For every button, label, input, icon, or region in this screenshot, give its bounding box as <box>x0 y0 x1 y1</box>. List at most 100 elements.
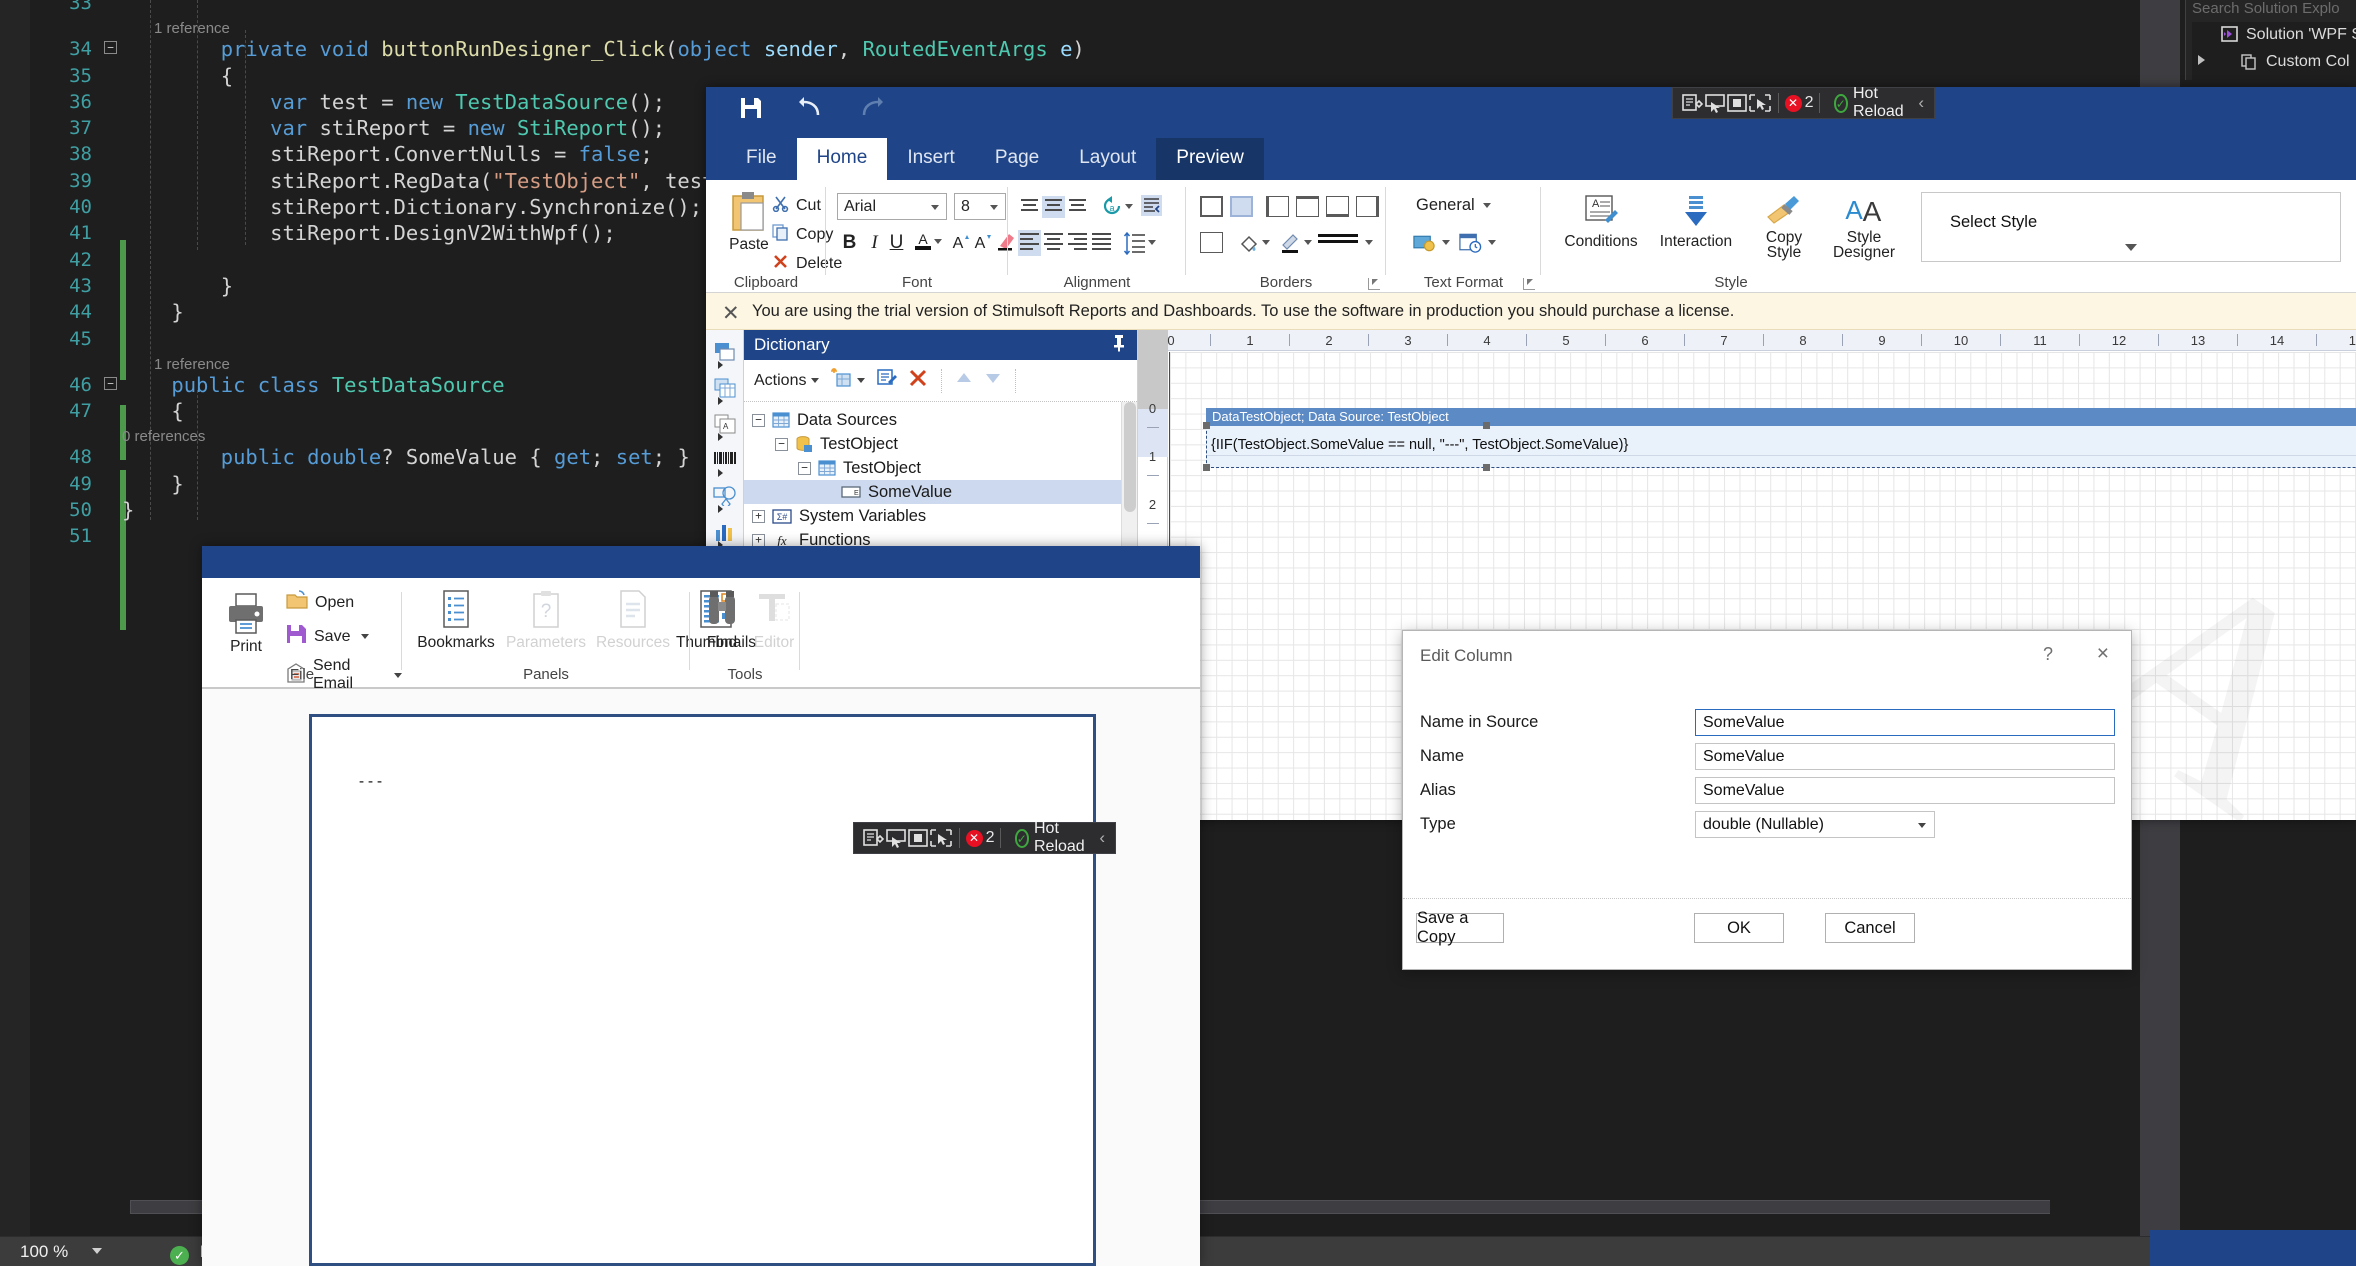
solution-explorer-search-input[interactable]: Search Solution Explo <box>2186 0 2356 22</box>
font-color-button[interactable]: A <box>910 228 935 253</box>
line-spacing-chevron-icon[interactable] <box>1148 240 1156 245</box>
chevron-down-icon[interactable] <box>361 634 370 639</box>
style-designer-button[interactable]: A A Style Designer <box>1823 193 1905 261</box>
paste-button[interactable]: Paste <box>720 190 778 253</box>
drag-handle[interactable] <box>1677 92 1679 114</box>
select-element-icon[interactable] <box>885 825 907 851</box>
cut-button[interactable]: Cut <box>772 195 821 217</box>
close-icon[interactable]: ✕ <box>722 301 740 326</box>
dictionary-tree-item[interactable]: E SomeValue <box>744 480 1137 504</box>
alias-input[interactable]: SomeValue <box>1695 777 2115 804</box>
resize-handle[interactable] <box>1203 464 1210 471</box>
data-band[interactable]: DataTestObject; Data Source: TestObject … <box>1203 408 2356 471</box>
dictionary-tree-item[interactable]: − TestObject <box>744 456 1137 480</box>
underline-button[interactable]: U <box>884 230 909 255</box>
live-visual-tree-icon[interactable] <box>929 825 953 851</box>
bookmarks-button[interactable]: Bookmarks <box>417 590 495 651</box>
table-icon[interactable] <box>706 370 743 406</box>
name-in-source-input[interactable]: SomeValue <box>1695 709 2115 736</box>
shape-icon[interactable] <box>706 478 743 514</box>
fold-toggle-icon[interactable]: − <box>104 376 117 390</box>
copy-style-button[interactable]: Copy Style <box>1753 193 1815 261</box>
error-count[interactable]: ✕2 <box>965 829 994 847</box>
save-button[interactable]: Save <box>286 624 370 649</box>
resize-handle[interactable] <box>1483 464 1490 471</box>
border-style-button[interactable] <box>1318 234 1358 243</box>
text-component-expression[interactable]: {IIF(TestObject.SomeValue == null, "---"… <box>1211 437 1628 453</box>
solution-explorer-root-row[interactable]: Solution 'WPF S <box>2192 22 2356 49</box>
border-outline-button[interactable] <box>1200 232 1223 253</box>
text-icon[interactable]: A <box>706 406 743 442</box>
close-icon[interactable]: × <box>2097 642 2109 666</box>
undo-icon[interactable] <box>794 93 828 123</box>
name-input[interactable]: SomeValue <box>1695 743 2115 770</box>
move-up-button[interactable] <box>955 369 973 392</box>
layout-adorner-icon[interactable] <box>907 825 929 851</box>
delete-item-button[interactable] <box>908 368 928 393</box>
fold-toggle-icon[interactable]: − <box>104 41 117 55</box>
barcode-icon[interactable] <box>706 442 743 478</box>
panel-icon[interactable] <box>706 334 743 370</box>
align-justify-button[interactable] <box>1090 230 1113 256</box>
dictionary-tree-item[interactable]: − Data Sources <box>744 408 1137 432</box>
borders-dialog-launcher[interactable] <box>1368 278 1380 290</box>
code-line[interactable]: 34− private void buttonRunDesigner_Click… <box>0 36 2150 62</box>
collapse-icon[interactable]: − <box>798 461 811 475</box>
select-style-combo[interactable]: Select Style <box>1921 192 2341 262</box>
border-color-chevron-icon[interactable] <box>1304 240 1312 245</box>
currency-format-button[interactable] <box>1412 230 1437 255</box>
solution-explorer-tree[interactable]: Solution 'WPF S Custom Col <box>2192 22 2356 80</box>
open-button[interactable]: Open <box>286 590 354 615</box>
text-rotation-button[interactable]: a <box>1100 194 1125 219</box>
interaction-button[interactable]: Interaction <box>1651 193 1741 250</box>
collapse-icon[interactable]: − <box>752 413 765 427</box>
word-wrap-button[interactable] <box>1139 193 1164 218</box>
type-select[interactable]: double (Nullable) <box>1695 811 1935 838</box>
border-bottom-button[interactable] <box>1326 196 1349 217</box>
error-count[interactable]: ✕2 <box>1784 94 1813 112</box>
new-item-button[interactable] <box>830 368 866 393</box>
border-style-chevron-icon[interactable] <box>1365 240 1373 245</box>
dictionary-tree-item[interactable]: + Σ# System Variables <box>744 504 1137 528</box>
align-right-button[interactable] <box>1066 230 1089 256</box>
ok-button[interactable]: OK <box>1694 913 1784 943</box>
font-family-combo[interactable]: Arial <box>837 193 947 220</box>
solution-explorer-project-row[interactable]: Custom Col <box>2192 49 2356 76</box>
tab-page[interactable]: Page <box>975 138 1059 180</box>
hot-reload-button[interactable]: ✓Hot Reload <box>1833 85 1909 121</box>
text-format-combo[interactable]: General <box>1416 196 1491 215</box>
pin-icon[interactable] <box>1111 334 1127 357</box>
font-color-chevron-icon[interactable] <box>934 239 942 244</box>
resize-handle[interactable] <box>1203 422 1210 429</box>
border-right-button[interactable] <box>1356 196 1379 217</box>
viewer-page-area[interactable]: --- <box>202 689 1200 1266</box>
chevron-right-icon[interactable] <box>2198 55 2205 65</box>
fill-color-button[interactable] <box>1236 230 1261 255</box>
help-icon[interactable]: ? <box>2043 644 2053 665</box>
codelens-reference[interactable]: 1 reference <box>0 16 2150 37</box>
font-size-combo[interactable]: 8 <box>954 193 1006 220</box>
data-band-body[interactable]: {IIF(TestObject.SomeValue == null, "---"… <box>1203 422 2356 471</box>
layout-adorner-icon[interactable] <box>1726 90 1748 116</box>
decrease-font-button[interactable]: A <box>969 228 994 253</box>
drag-handle[interactable] <box>858 827 860 849</box>
save-copy-button[interactable]: Save a Copy <box>1416 909 1504 946</box>
dictionary-toolbar[interactable]: Actions <box>744 360 1137 402</box>
date-format-button[interactable] <box>1458 230 1483 255</box>
chevron-down-icon[interactable] <box>2125 244 2137 251</box>
find-button[interactable]: Find <box>698 590 746 651</box>
align-center-button[interactable] <box>1042 230 1065 256</box>
actions-menu-button[interactable]: Actions <box>754 372 820 390</box>
code-line[interactable]: 35 { <box>0 63 2150 89</box>
tab-insert[interactable]: Insert <box>887 138 975 180</box>
border-top-button[interactable] <box>1296 196 1319 217</box>
resize-handle[interactable] <box>1483 422 1490 429</box>
tab-home[interactable]: Home <box>796 138 888 180</box>
dictionary-tree-item[interactable]: − TestObject <box>744 432 1137 456</box>
align-bottom-button[interactable] <box>1066 196 1089 218</box>
border-left-button[interactable] <box>1266 196 1289 217</box>
select-element-icon[interactable] <box>1704 90 1726 116</box>
align-middle-button[interactable] <box>1042 196 1065 218</box>
save-icon[interactable] <box>734 93 768 123</box>
border-color-button[interactable] <box>1278 230 1303 255</box>
